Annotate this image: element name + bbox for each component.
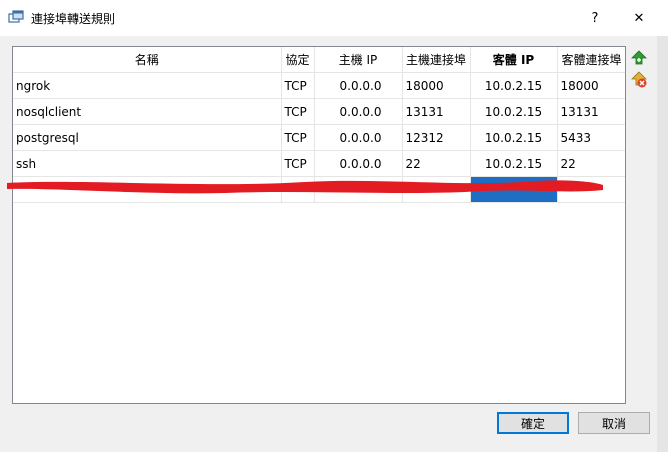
cell-name[interactable]: ssh — [13, 150, 282, 177]
col-header-name[interactable]: 名稱 — [13, 47, 282, 73]
cell-name[interactable]: ngrok — [13, 72, 282, 99]
title-bar: 連接埠轉送規則 ? ✕ — [0, 0, 668, 36]
cell-host-ip[interactable]: 0.0.0.0 — [314, 150, 403, 177]
cell-host-port[interactable]: 12312 — [402, 124, 471, 151]
cell-name[interactable]: nosqlclient — [13, 98, 282, 125]
cell-protocol[interactable]: TCP — [281, 98, 315, 125]
cell-guest-port[interactable]: 18000 — [557, 72, 625, 99]
col-header-guest-ip[interactable]: 客體 IP — [470, 47, 558, 73]
ok-button[interactable]: 確定 — [497, 412, 569, 434]
table-row[interactable]: ngrok TCP 0.0.0.0 18000 10.0.2.15 18000 — [13, 72, 625, 99]
close-icon: ✕ — [633, 10, 645, 26]
add-rule-icon — [631, 50, 647, 65]
col-header-host-ip[interactable]: 主機 IP — [314, 47, 403, 73]
cancel-button[interactable]: 取消 — [578, 412, 650, 434]
cell-guest-ip[interactable]: 10.0.2.15 — [470, 72, 558, 99]
cell-guest-ip[interactable]: 10.0.2.15 — [470, 124, 558, 151]
help-button[interactable]: ? — [580, 6, 610, 30]
cell-host-ip[interactable]: 0.0.0.0 — [314, 124, 403, 151]
cell-guest-port[interactable]: 13131 — [557, 98, 625, 125]
table-header: 名稱 協定 主機 IP 主機連接埠 客體 IP 客體連接埠 — [13, 47, 625, 73]
remove-rule-button[interactable] — [630, 71, 648, 89]
cell-host-port[interactable]: 13131 — [402, 98, 471, 125]
cell-protocol[interactable]: TCP — [281, 124, 315, 151]
cell-host-ip[interactable]: 0.0.0.0 — [314, 98, 403, 125]
cell-host-ip[interactable]: 0.0.0.0 — [314, 72, 403, 99]
window-edge — [657, 36, 668, 452]
cell-name[interactable]: postgresql — [13, 124, 282, 151]
cell-protocol[interactable]: TCP — [281, 72, 315, 99]
remove-rule-icon — [631, 71, 647, 88]
col-header-protocol[interactable]: 協定 — [281, 47, 315, 73]
cell-host-port[interactable]: 22 — [402, 150, 471, 177]
table-row[interactable]: ssh TCP 0.0.0.0 22 10.0.2.15 22 — [13, 150, 625, 177]
close-button[interactable]: ✕ — [624, 6, 654, 30]
cell-guest-ip[interactable]: 10.0.2.15 — [470, 98, 558, 125]
table-row[interactable]: postgresql TCP 0.0.0.0 12312 10.0.2.15 5… — [13, 124, 625, 151]
window-icon — [8, 10, 24, 26]
cell-guest-port[interactable]: 5433 — [557, 124, 625, 151]
rules-table[interactable]: 名稱 協定 主機 IP 主機連接埠 客體 IP 客體連接埠 ngrok TCP … — [12, 46, 626, 404]
window-title: 連接埠轉送規則 — [31, 12, 116, 26]
col-header-host-port[interactable]: 主機連接埠 — [402, 47, 471, 73]
cell-guest-port[interactable]: 22 — [557, 150, 625, 177]
cell-guest-ip[interactable]: 10.0.2.15 — [470, 150, 558, 177]
cell-protocol[interactable]: TCP — [281, 150, 315, 177]
table-row[interactable]: nosqlclient TCP 0.0.0.0 13131 10.0.2.15 … — [13, 98, 625, 125]
col-header-guest-port[interactable]: 客體連接埠 — [557, 47, 625, 73]
add-rule-button[interactable] — [630, 50, 648, 68]
redaction-mark — [7, 180, 603, 194]
cell-host-port[interactable]: 18000 — [402, 72, 471, 99]
